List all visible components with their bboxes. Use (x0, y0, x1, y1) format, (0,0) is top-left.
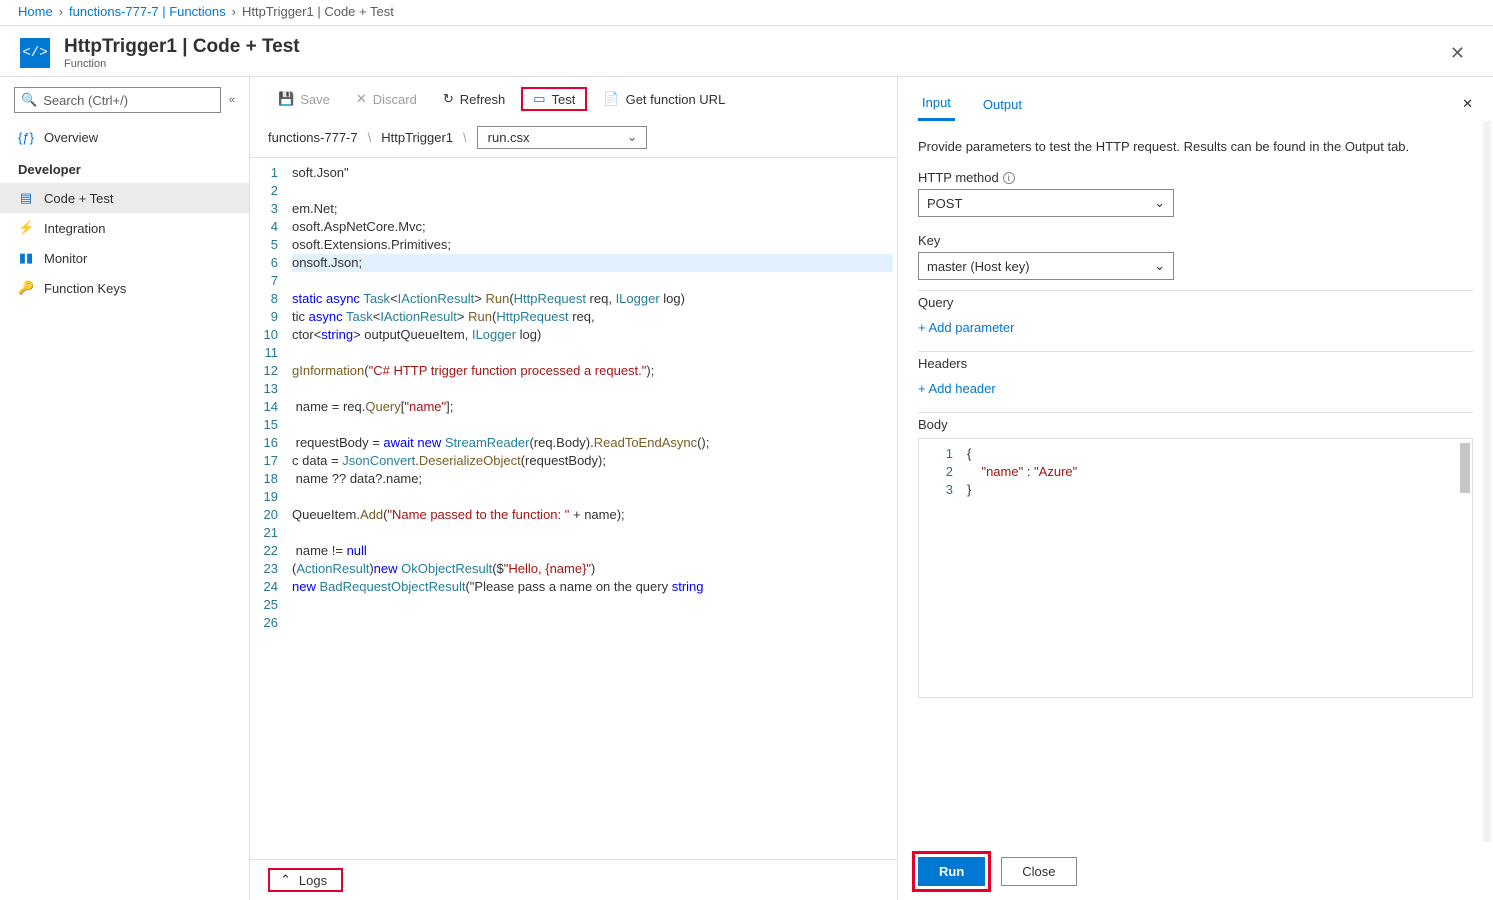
tab-output[interactable]: Output (979, 89, 1026, 120)
sidebar-item-overview[interactable]: {ƒ} Overview (0, 123, 249, 152)
scrollbar[interactable] (1483, 121, 1491, 842)
http-method-label: HTTP methodi (918, 170, 1473, 185)
function-icon: </> (20, 38, 50, 68)
close-blade-button[interactable]: ✕ (1442, 39, 1473, 68)
bolt-icon: ⚡ (18, 220, 34, 236)
code-editor[interactable]: 1234567891011121314151617181920212223242… (250, 158, 897, 859)
test-icon: ▭ (533, 91, 545, 107)
chevron-up-icon: ⌃ (280, 872, 291, 888)
get-url-button[interactable]: 📄Get function URL (593, 87, 735, 111)
file-path-row: functions-777-7\ HttpTrigger1\ run.csx (250, 122, 897, 158)
query-label: Query (918, 290, 1473, 310)
sidebar-item-function-keys[interactable]: 🔑 Function Keys (0, 273, 249, 303)
breadcrumb-functions[interactable]: functions-777-7 | Functions (69, 4, 226, 19)
main-editor-area: 💾Save ✕Discard ↻Refresh ▭Test 📄Get funct… (250, 77, 898, 900)
logs-toggle[interactable]: ⌃Logs (250, 859, 897, 900)
test-button[interactable]: ▭Test (521, 87, 587, 111)
http-method-select[interactable]: POST⌄ (918, 189, 1174, 217)
sidebar-item-monitor[interactable]: ▮▮ Monitor (0, 243, 249, 273)
file-select[interactable]: run.csx (477, 126, 647, 149)
code-icon: ▤ (18, 190, 34, 206)
sidebar: 🔍 Search (Ctrl+/) « {ƒ} Overview Develop… (0, 77, 250, 900)
body-label: Body (918, 412, 1473, 432)
collapse-sidebar-button[interactable]: « (229, 94, 235, 106)
breadcrumb-current: HttpTrigger1 | Code + Test (242, 4, 394, 19)
url-icon: 📄 (603, 91, 619, 107)
chevron-down-icon: ⌄ (1154, 195, 1165, 211)
breadcrumb: Home› functions-777-7 | Functions› HttpT… (0, 0, 1493, 25)
info-icon[interactable]: i (1003, 172, 1015, 184)
body-editor[interactable]: 123 { "name" : "Azure"} (918, 438, 1473, 698)
page-title: HttpTrigger1 | Code + Test (64, 36, 300, 58)
overview-icon: {ƒ} (18, 130, 34, 145)
page-subtitle: Function (64, 58, 300, 70)
refresh-icon: ↻ (443, 91, 454, 107)
sidebar-item-code-test[interactable]: ▤ Code + Test (0, 183, 249, 213)
discard-icon: ✕ (356, 91, 367, 107)
add-header-button[interactable]: + Add header (918, 375, 1473, 402)
editor-toolbar: 💾Save ✕Discard ↻Refresh ▭Test 📄Get funct… (250, 77, 897, 122)
save-button[interactable]: 💾Save (268, 87, 340, 111)
page-header: </> HttpTrigger1 | Code + Test Function … (0, 26, 1493, 76)
run-button[interactable]: Run (918, 857, 985, 886)
key-icon: 🔑 (18, 280, 34, 296)
close-panel-button[interactable]: ✕ (1462, 96, 1473, 112)
close-button[interactable]: Close (1001, 857, 1076, 886)
add-parameter-button[interactable]: + Add parameter (918, 314, 1473, 341)
breadcrumb-home[interactable]: Home (18, 4, 53, 19)
monitor-icon: ▮▮ (18, 250, 34, 266)
search-icon: 🔍 (21, 92, 37, 108)
sidebar-item-integration[interactable]: ⚡ Integration (0, 213, 249, 243)
panel-intro: Provide parameters to test the HTTP requ… (918, 139, 1473, 154)
refresh-button[interactable]: ↻Refresh (433, 87, 515, 111)
chevron-down-icon: ⌄ (1154, 258, 1165, 274)
key-select[interactable]: master (Host key)⌄ (918, 252, 1174, 280)
discard-button[interactable]: ✕Discard (346, 87, 427, 111)
key-label: Key (918, 233, 1473, 248)
tab-input[interactable]: Input (918, 87, 955, 121)
save-icon: 💾 (278, 91, 294, 107)
sidebar-group-developer: Developer (0, 152, 249, 183)
headers-label: Headers (918, 351, 1473, 371)
test-panel: Input Output ✕ Provide parameters to tes… (898, 77, 1493, 900)
minimap (1460, 443, 1470, 493)
search-input[interactable]: 🔍 Search (Ctrl+/) (14, 87, 221, 113)
